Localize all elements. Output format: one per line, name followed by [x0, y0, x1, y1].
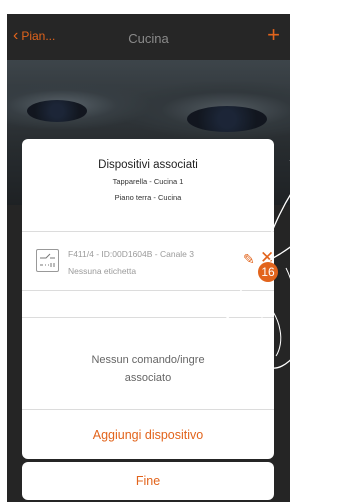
step-badge: 16 — [258, 262, 278, 282]
pointing-hand-icon — [205, 159, 348, 408]
